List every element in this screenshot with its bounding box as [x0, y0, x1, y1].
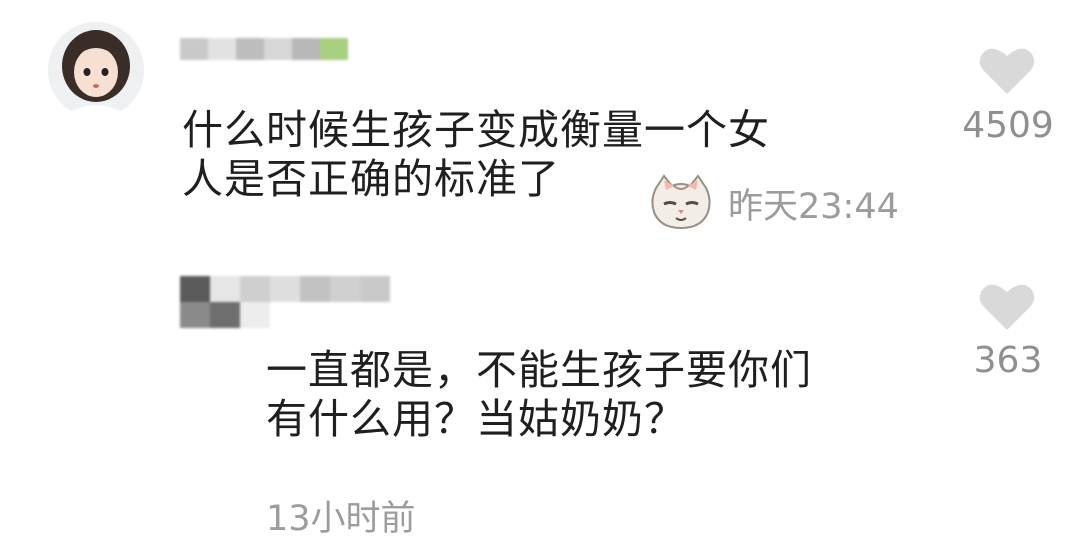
- comment-line: 什么时候生孩子变成衡量一个女: [182, 106, 770, 154]
- username-blurred[interactable]: [180, 276, 410, 328]
- username-blurred[interactable]: [180, 38, 348, 60]
- cat-face-emoji: [650, 174, 712, 230]
- like-count: 4509: [962, 105, 1054, 146]
- heart-icon[interactable]: [978, 280, 1036, 332]
- comment-timestamp: 13小时前: [266, 499, 416, 539]
- comment-line: 有什么用？当姑奶奶？: [266, 395, 686, 443]
- comment-line: 一直都是，不能生孩子要你们: [266, 346, 812, 394]
- heart-icon[interactable]: [978, 44, 1036, 96]
- avatar[interactable]: [48, 22, 144, 118]
- like-count: 363: [973, 340, 1043, 381]
- reply-text: 一直都是，不能生孩子要你们 有什么用？当姑奶奶？: [266, 346, 946, 444]
- comment-timestamp: 昨天23:44: [728, 187, 899, 227]
